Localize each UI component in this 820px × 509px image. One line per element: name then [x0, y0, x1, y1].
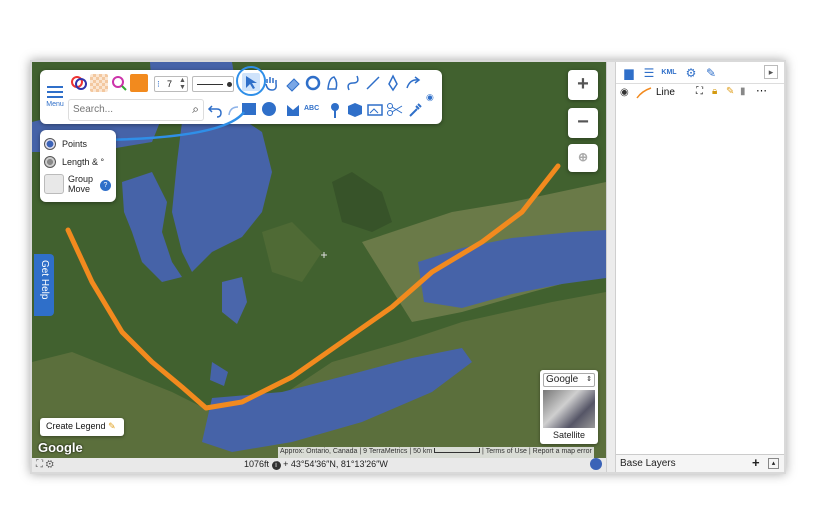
- zoom-in-button[interactable]: +: [568, 70, 598, 100]
- zoom-out-button[interactable]: −: [568, 108, 598, 138]
- panel-splitter[interactable]: [606, 62, 616, 472]
- line-layer-icon: [636, 87, 652, 99]
- report-link[interactable]: Report a map error: [533, 448, 592, 455]
- globe-icon[interactable]: [590, 458, 602, 470]
- add-base-layer-icon[interactable]: +: [752, 455, 760, 470]
- kml-import-icon[interactable]: KML: [660, 65, 678, 81]
- layer-name: Line: [656, 87, 675, 98]
- terms-link[interactable]: Terms of Use: [486, 448, 527, 455]
- attribution-scale: 50 km: [413, 448, 433, 455]
- base-layers-label: Base Layers: [620, 458, 676, 469]
- map-type-control: Google ⇕ Satellite: [540, 370, 598, 444]
- edit-pencil-icon[interactable]: ✎: [726, 86, 734, 97]
- list-add-icon[interactable]: ☰: [640, 65, 658, 81]
- group-move-label: Group Move: [68, 174, 94, 194]
- tools-icon[interactable]: ✎: [702, 65, 720, 81]
- status-bar: ⛶ ⚙ 1076ft i + 43°54′36″N, 81°13′26″W: [32, 458, 606, 472]
- get-help-tab[interactable]: Get Help: [34, 254, 54, 316]
- collapse-panel-icon[interactable]: ▸: [764, 65, 778, 79]
- more-options-icon[interactable]: ⋯: [756, 84, 767, 97]
- points-radio[interactable]: [44, 138, 56, 150]
- satellite-thumbnail[interactable]: [543, 390, 595, 428]
- settings-gear-icon[interactable]: ⚙: [682, 65, 700, 81]
- google-logo: Google: [38, 440, 83, 455]
- create-legend-label: Create Legend: [46, 421, 106, 431]
- app-window: Menu ⁝ 7 ▲ ▼ ◉ Search... ⌕ ABC Points Le…: [30, 60, 786, 474]
- layer-row-line[interactable]: ◉ Line ⛶ 🔒︎ ✎ ▮ ⋯: [616, 84, 784, 102]
- length-label: Length & °: [62, 157, 105, 167]
- coordinates-text: + 43°54′36″N, 81°13′26″W: [283, 459, 388, 469]
- points-label: Points: [62, 139, 88, 149]
- info-icon[interactable]: i: [271, 461, 281, 470]
- attribution-terrametrics: 9 TerraMetrics: [363, 448, 408, 455]
- trash-icon[interactable]: ▮: [740, 86, 746, 97]
- layers-panel: ▆ ☰ KML ⚙ ✎ ▸ ◉ Line ⛶ 🔒︎ ✎ ▮ ⋯ Base Lay…: [616, 62, 784, 472]
- get-help-label: Get Help: [39, 260, 50, 300]
- scale-readout: 1076ft: [244, 459, 270, 469]
- create-legend-button[interactable]: Create Legend ✎: [40, 418, 124, 436]
- measure-options-panel: Points Length & ° Group Move ?: [40, 130, 116, 202]
- locate-icon[interactable]: ⊕: [568, 144, 598, 172]
- zoom-to-layer-icon[interactable]: ⛶: [696, 86, 703, 97]
- map-type-select[interactable]: Google ⇕: [543, 373, 595, 387]
- tutorial-arrow: [53, 111, 246, 148]
- satellite-label: Satellite: [552, 430, 586, 440]
- map-type-selected: Google: [546, 374, 579, 385]
- attribution-approx: Approx: Ontario, Canada: [280, 448, 358, 455]
- scale-bar: [434, 448, 481, 453]
- expand-base-layers-icon[interactable]: ▴: [768, 458, 779, 469]
- layers-toolbar: ▆ ☰ KML ⚙ ✎ ▸: [616, 62, 784, 84]
- visibility-eye-icon[interactable]: ◉: [620, 87, 629, 98]
- pencil-icon: ✎: [108, 421, 116, 431]
- map-canvas[interactable]: Menu ⁝ 7 ▲ ▼ ◉ Search... ⌕ ABC Points Le…: [32, 62, 606, 458]
- fullscreen-settings-icons[interactable]: ⛶ ⚙: [36, 459, 54, 470]
- group-move-checkbox[interactable]: [44, 174, 64, 194]
- length-radio[interactable]: [44, 156, 56, 168]
- select-arrows-icon: ⇕: [586, 376, 592, 383]
- lock-icon[interactable]: 🔒︎: [712, 86, 717, 97]
- coordinates-readout: 1076ft i + 43°54′36″N, 81°13′26″W: [244, 459, 388, 470]
- base-layers-bar[interactable]: Base Layers + ▴: [616, 454, 784, 472]
- add-folder-icon[interactable]: ▆: [620, 65, 638, 81]
- help-icon[interactable]: ?: [100, 180, 111, 191]
- map-attribution: Approx: Ontario, Canada | 9 TerraMetrics…: [278, 447, 594, 458]
